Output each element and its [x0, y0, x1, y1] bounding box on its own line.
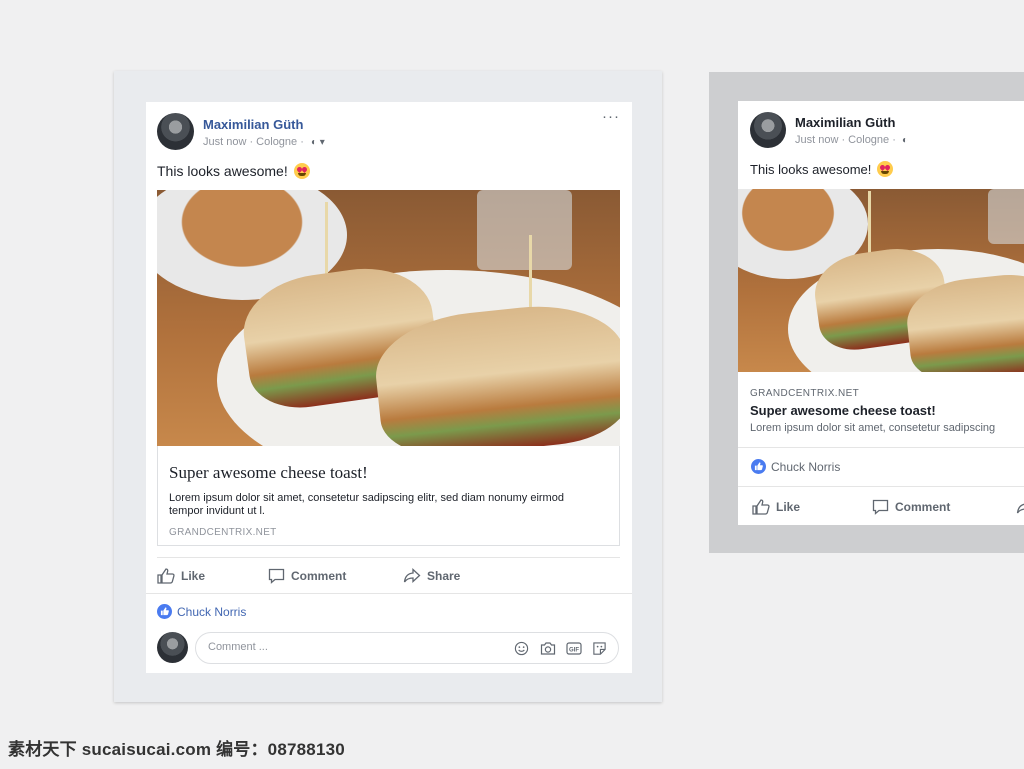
globe-icon[interactable]: ◐ ▾: [311, 137, 325, 148]
post-meta-text: Just now · Cologne ·: [203, 136, 304, 148]
globe-icon: ◐: [901, 135, 908, 146]
left-post-card: Maximilian Güth Just now · Cologne · ◐ ▾…: [146, 102, 632, 673]
comment-bubble-icon: [268, 568, 285, 584]
link-title[interactable]: Super awesome cheese toast!: [750, 403, 936, 418]
post-text: This looks awesome!: [157, 163, 310, 179]
like-reaction-icon: [157, 604, 172, 619]
link-title[interactable]: Super awesome cheese toast!: [169, 463, 368, 483]
link-description: Lorem ipsum dolor sit amet, consetetur s…: [750, 422, 996, 434]
svg-text:GIF: GIF: [569, 648, 579, 654]
reaction-name[interactable]: Chuck Norris: [771, 460, 840, 474]
reaction-summary[interactable]: Chuck Norris: [157, 604, 246, 619]
commenter-avatar: [157, 632, 188, 663]
author-avatar[interactable]: [750, 112, 786, 148]
action-bar: Like Comment Share: [157, 566, 620, 586]
share-button[interactable]: [1016, 499, 1024, 515]
share-label: Share: [427, 569, 461, 583]
divider: [738, 447, 1024, 448]
author-name[interactable]: Maximilian Güth: [203, 117, 303, 132]
share-arrow-icon: [1016, 503, 1024, 514]
reaction-summary[interactable]: Chuck Norris: [751, 459, 840, 474]
like-button[interactable]: Like: [157, 568, 205, 584]
action-bar: Like Comment: [752, 497, 1024, 517]
link-description: Lorem ipsum dolor sit amet, consetetur s…: [169, 492, 564, 517]
share-arrow-icon: [403, 568, 421, 583]
comment-tools: GIF: [513, 640, 608, 657]
comment-button[interactable]: Comment: [872, 499, 950, 515]
gif-icon[interactable]: GIF: [565, 640, 582, 657]
post-photo[interactable]: [738, 189, 1024, 372]
heart-eyes-emoji-icon: [293, 163, 310, 179]
post-text: This looks awesome!: [750, 161, 894, 177]
author-name[interactable]: Maximilian Güth: [795, 115, 895, 130]
comment-bubble-icon: [872, 499, 889, 515]
divider: [157, 557, 620, 558]
comment-label: Comment: [895, 500, 951, 514]
comment-button[interactable]: Comment: [268, 568, 346, 584]
post-meta-text: Just now · Cologne ·: [795, 134, 896, 146]
link-source: GRANDCENTRIX.NET: [750, 388, 860, 399]
divider: [738, 486, 1024, 487]
watermark-text: 素材天下 sucaisucai.com 编号：08788130: [8, 740, 345, 759]
divider: [146, 593, 632, 594]
comment-field[interactable]: GIF: [195, 632, 619, 664]
like-reaction-icon: [751, 459, 766, 474]
sticker-icon[interactable]: [591, 640, 608, 657]
more-options-button[interactable]: ···: [602, 108, 620, 125]
camera-icon[interactable]: [539, 640, 556, 657]
reaction-name[interactable]: Chuck Norris: [177, 605, 246, 619]
heart-eyes-emoji-icon: [877, 161, 894, 177]
share-button[interactable]: Share: [403, 568, 460, 584]
thumbs-up-icon: [157, 568, 175, 584]
comment-label: Comment: [291, 569, 347, 583]
emoji-icon[interactable]: [513, 640, 530, 657]
like-button[interactable]: Like: [752, 499, 800, 515]
post-meta: Just now · Cologne · ◐: [795, 134, 908, 146]
post-photo[interactable]: [157, 190, 620, 446]
thumbs-up-icon: [752, 499, 770, 515]
comment-input[interactable]: [206, 640, 500, 654]
post-text-content: This looks awesome!: [750, 162, 872, 177]
author-avatar[interactable]: [157, 113, 194, 150]
like-label: Like: [776, 500, 801, 514]
link-source: GRANDCENTRIX.NET: [169, 527, 277, 538]
right-post-card: Maximilian Güth Just now · Cologne · ◐ T…: [738, 101, 1024, 525]
post-meta: Just now · Cologne · ◐ ▾: [203, 136, 325, 148]
like-label: Like: [181, 569, 206, 583]
post-text-content: This looks awesome!: [157, 163, 288, 179]
link-preview[interactable]: Super awesome cheese toast! Lorem ipsum …: [157, 446, 620, 546]
